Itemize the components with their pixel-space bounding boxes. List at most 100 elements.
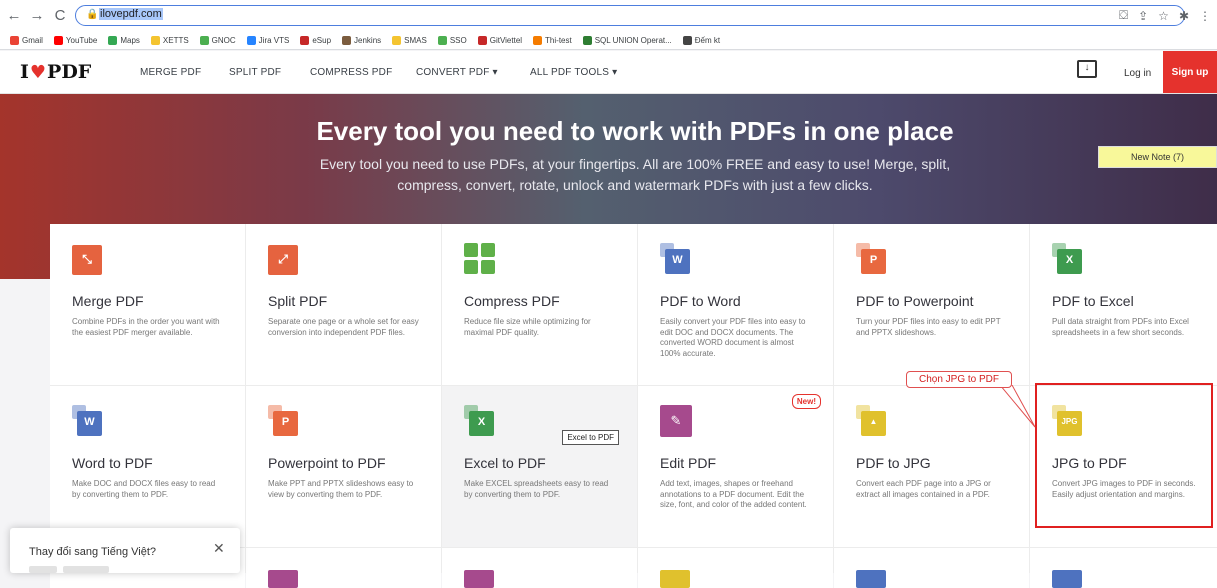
bookmark-icon: [533, 35, 543, 45]
bookmark-item[interactable]: YouTube: [53, 35, 98, 45]
bookmark-icon: [53, 35, 63, 45]
lock-icon: 🔒: [86, 9, 99, 20]
address-bar[interactable]: 🔒 ilovepdf.com: [75, 5, 1185, 26]
bookmark-item[interactable]: eSup: [300, 35, 331, 45]
tool-card[interactable]: W Word to PDF Make DOC and DOCX files easy…: [50, 386, 245, 547]
login-link[interactable]: Log in: [1124, 68, 1151, 79]
translate-icon[interactable]: ⛋: [1119, 8, 1128, 23]
tool-card[interactable]: [246, 548, 441, 588]
url-text[interactable]: ilovepdf.com: [99, 8, 163, 20]
hero-subtitle: Every tool you need to use PDFs, at your…: [319, 156, 951, 193]
bookmark-icon: [10, 35, 19, 45]
bookmark-item[interactable]: SSO: [437, 35, 467, 45]
tool-card[interactable]: [1030, 548, 1217, 588]
star-icon[interactable]: ☆: [1158, 9, 1169, 23]
extension-icon[interactable]: ✱: [1179, 9, 1189, 23]
tool-description: Make EXCEL spreadsheets easy to read by …: [464, 479, 609, 499]
sticky-note[interactable]: New Note (7): [1098, 146, 1217, 168]
tool-card[interactable]: P Powerpoint to PDF Make PPT and PPTX slid…: [246, 386, 441, 547]
tool-title: Edit PDF: [660, 455, 717, 471]
bookmark-item[interactable]: Gmail: [10, 35, 43, 45]
tool-title: PDF to Excel: [1052, 293, 1134, 309]
language-no-button[interactable]: [29, 566, 57, 573]
bookmark-icon: [582, 35, 592, 45]
bookmark-label: SMAS: [404, 35, 427, 45]
bookmark-item[interactable]: GNOC: [199, 35, 236, 45]
edit-icon: ✎: [660, 405, 694, 441]
tool-description: Make PPT and PPTX slideshows easy to vie…: [268, 479, 414, 499]
split-icon: ⤢: [268, 243, 302, 279]
callout-pointer: [999, 385, 1036, 428]
bookmark-item[interactable]: Maps: [108, 35, 140, 45]
powerpoint-icon: P: [268, 405, 302, 441]
tool-card[interactable]: [834, 548, 1029, 588]
close-icon[interactable]: ✕: [213, 540, 225, 557]
site-header: I ♥ PDF MERGE PDF SPLIT PDF COMPRESS PDF C…: [0, 51, 1217, 94]
bookmark-icon: [342, 35, 352, 45]
tool-description: Combine PDFs in the order you want with …: [72, 317, 220, 337]
nav-compress-pdf[interactable]: COMPRESS PDF: [310, 67, 392, 78]
tool-description: Turn your PDF files into easy to edit PP…: [856, 317, 1001, 337]
desktop-download-icon[interactable]: ↓: [1077, 60, 1097, 78]
bookmark-label: Maps: [120, 35, 140, 45]
bookmark-item[interactable]: Thi-test: [533, 35, 572, 45]
bookmark-item[interactable]: XETTS: [150, 35, 189, 45]
bookmark-label: GitViettel: [489, 35, 523, 45]
tool-card[interactable]: W PDF to Word Easily convert your PDF file…: [638, 224, 833, 385]
annotation-callout: Chọn JPG to PDF: [906, 371, 1012, 388]
bookmark-item[interactable]: GitViettel: [477, 35, 523, 45]
signup-button[interactable]: Sign up: [1163, 51, 1217, 93]
bookmark-label: YouTube: [65, 35, 98, 45]
menu-icon[interactable]: ⋮: [1199, 9, 1211, 23]
bookmarks-bar: Gmail YouTube Maps XETTS GNOC Jira VTS eSup Jen…: [0, 31, 1217, 50]
tool-description: Make DOC and DOCX files easy to read by …: [72, 479, 216, 499]
jpg-icon: ▲: [856, 405, 890, 441]
word-icon: W: [72, 405, 106, 441]
tool-card[interactable]: [638, 548, 833, 588]
tool-card[interactable]: ⤢ Split PDF Separate one page or a whole s…: [246, 224, 441, 385]
bookmark-item[interactable]: Đếm kt: [682, 35, 721, 45]
tooltip: Excel to PDF: [562, 430, 619, 445]
tool-title: PDF to Word: [660, 293, 741, 309]
share-icon[interactable]: ⇪: [1138, 9, 1148, 23]
bookmark-label: XETTS: [162, 35, 189, 45]
bookmark-item[interactable]: SMAS: [392, 35, 427, 45]
tool-card[interactable]: [442, 548, 637, 588]
tool-card[interactable]: X PDF to Excel Pull data straight from PDF…: [1030, 224, 1217, 385]
back-icon[interactable]: ←: [5, 7, 23, 24]
language-prompt: Thay đổi sang Tiếng Việt?: [29, 546, 156, 558]
bookmark-icon: [300, 35, 310, 45]
powerpoint-icon: P: [856, 243, 890, 279]
excel-icon: X: [1052, 243, 1086, 279]
tool-description: Separate one page or a whole set for eas…: [268, 317, 419, 337]
bookmark-label: Gmail: [22, 35, 43, 45]
tool-card[interactable]: X Excel to PDF Make EXCEL spreadsheets eas…: [442, 386, 637, 547]
bookmark-item[interactable]: Jenkins: [342, 35, 381, 45]
bookmark-item[interactable]: SQL UNION Operat...: [582, 35, 672, 45]
new-badge: New!: [791, 394, 821, 409]
tool-description: Easily convert your PDF files into easy …: [660, 317, 806, 358]
tool-title: Compress PDF: [464, 293, 560, 309]
tool-title: PDF to Powerpoint: [856, 293, 974, 309]
compress-icon: [464, 243, 498, 279]
nav-convert-pdf[interactable]: CONVERT PDF ▾: [416, 67, 498, 78]
nav-split-pdf[interactable]: SPLIT PDF: [229, 67, 281, 78]
tool-card[interactable]: ✎ Edit PDF Add text, images, shapes or fre…: [638, 386, 833, 547]
nav-merge-pdf[interactable]: MERGE PDF: [140, 67, 201, 78]
highlight-frame: [1035, 383, 1213, 528]
bookmark-label: Đếm kt: [694, 35, 721, 45]
ilovepdf-logo[interactable]: I ♥ PDF: [20, 61, 91, 83]
bookmark-label: SSO: [449, 35, 467, 45]
bookmark-label: SQL UNION Operat...: [594, 35, 672, 45]
excel-icon: X: [464, 405, 498, 441]
bookmark-icon: [437, 35, 447, 45]
tool-card[interactable]: P PDF to Powerpoint Turn your PDF files in…: [834, 224, 1029, 385]
tool-card[interactable]: Compress PDF Reduce file size while optim…: [442, 224, 637, 385]
nav-all-pdf-tools[interactable]: ALL PDF TOOLS ▾: [530, 67, 617, 78]
language-yes-button[interactable]: [63, 566, 109, 573]
bookmark-label: Jira VTS: [258, 35, 290, 45]
tool-card[interactable]: ⤡ Merge PDF Combine PDFs in the order you …: [50, 224, 245, 385]
bookmark-item[interactable]: Jira VTS: [246, 35, 290, 45]
forward-icon[interactable]: →: [28, 7, 46, 24]
reload-icon[interactable]: C: [51, 7, 69, 24]
